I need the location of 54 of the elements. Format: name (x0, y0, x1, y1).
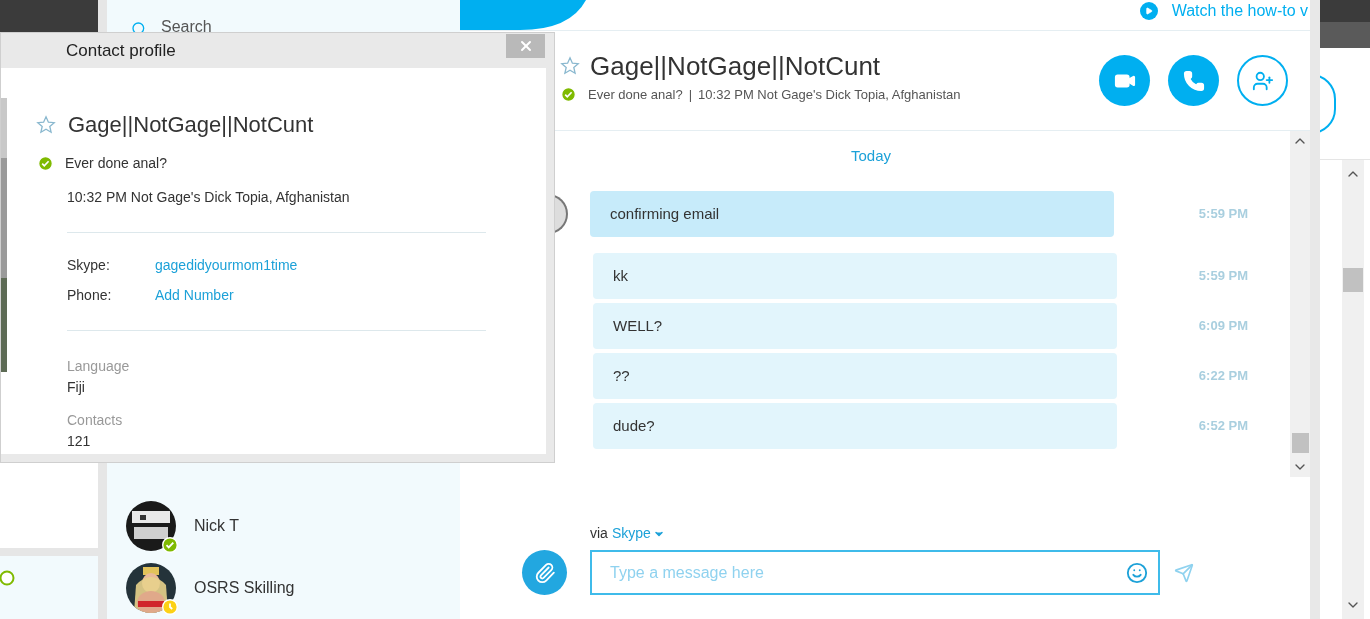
field-label: Contacts (67, 411, 124, 430)
message-time: 6:52 PM (1198, 417, 1248, 436)
location-text: 10:32 PM Not Gage's Dick Topia, Afghanistan (698, 85, 961, 104)
phone-icon (1182, 69, 1205, 92)
message-time: 6:09 PM (1198, 317, 1248, 336)
message-bubble: kk (593, 253, 1117, 299)
scroll-thumb[interactable] (1343, 267, 1363, 292)
play-icon (1144, 7, 1153, 15)
add-number-link[interactable]: Add Number (155, 285, 486, 306)
contact-item[interactable]: Nick T (107, 495, 460, 557)
favorite-star-icon[interactable] (560, 55, 580, 76)
message-time: 5:59 PM (1198, 267, 1248, 286)
message-bubble: ?? (593, 353, 1117, 399)
add-contact-button[interactable] (1237, 55, 1288, 106)
service-dropdown[interactable]: Skype (611, 523, 665, 544)
contact-name: Gage||NotGage||NotCunt (590, 52, 881, 79)
emoji-icon[interactable] (1126, 561, 1148, 584)
offline-status-icon (0, 570, 15, 586)
paperclip-icon (533, 561, 556, 584)
message-time: 5:59 PM (1198, 205, 1248, 224)
favorite-star-icon[interactable] (36, 114, 56, 135)
field-value: Fiji (67, 378, 86, 397)
skype-id-link[interactable]: gagedidyourmom1time (155, 255, 486, 276)
toolbar-strip (1320, 22, 1370, 48)
dialog-title: Contact profile (66, 39, 176, 62)
message-field[interactable]: Type a message here (590, 550, 1160, 595)
location-text: 10:32 PM Not Gage's Dick Topia, Afghanistan (67, 188, 351, 207)
field-label: Phone: (67, 286, 113, 305)
field-label: Skype: (67, 256, 111, 275)
contact-name: Gage||NotGage||NotCunt (68, 111, 314, 139)
separator-text: | (688, 85, 693, 104)
message-bubble: confirming email (590, 191, 1114, 237)
close-button[interactable] (506, 34, 545, 58)
message-time: 6:22 PM (1198, 367, 1248, 386)
date-divider: Today (851, 145, 891, 166)
attach-button[interactable] (522, 550, 567, 595)
add-person-icon (1251, 69, 1274, 92)
how-to-link[interactable]: Watch the how-to v (1139, 0, 1308, 23)
contact-item[interactable]: OSRS Skilling (107, 557, 460, 619)
field-value: 121 (67, 432, 92, 451)
message-bubble: WELL? (593, 303, 1117, 349)
window-title-bar (1320, 0, 1370, 22)
field-label: Language (67, 357, 131, 376)
scrollbar[interactable] (1342, 160, 1364, 619)
via-label: via (590, 524, 608, 543)
call-button[interactable] (1168, 55, 1219, 106)
send-icon[interactable] (1174, 562, 1194, 583)
video-call-button[interactable] (1099, 55, 1150, 106)
message-input[interactable]: Type a message here (610, 560, 1126, 585)
mood-text: Ever done anal? (65, 154, 167, 173)
scroll-thumb[interactable] (1291, 433, 1309, 453)
mood-text: Ever done anal? (588, 85, 683, 104)
scrollbar[interactable] (1290, 131, 1310, 477)
message-bubble: dude? (593, 403, 1117, 449)
